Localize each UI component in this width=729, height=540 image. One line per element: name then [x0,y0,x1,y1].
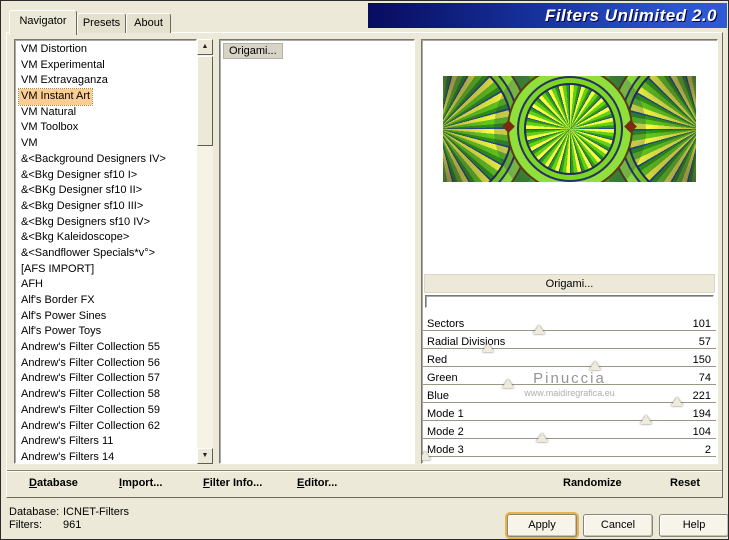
reset-button[interactable]: Reset [670,476,700,491]
preview-panel: Origami... Sectors 101 Radial Divisions … [421,39,718,464]
slider-thumb[interactable] [589,361,602,370]
filters-count-label: Filters: [9,519,42,531]
scroll-up-icon[interactable]: ▲ [197,39,213,55]
filter-preview-image [443,76,696,182]
slider-thumb[interactable] [502,379,515,388]
filter-item-selected[interactable]: Origami... [223,43,283,59]
slider-value: 74 [698,372,711,384]
navigator-scrollbar[interactable]: ▲ ▼ [197,39,213,464]
help-button[interactable]: Help [659,514,728,537]
navigator-item[interactable]: [AFS IMPORT] [15,262,196,278]
navigator-item[interactable]: Andrew's Filters 14 [15,450,196,463]
navigator-item[interactable]: &<Bkg Designer sf10 I> [15,168,196,184]
filter-info-menu-button[interactable]: Filter Info... [203,476,262,491]
tab-navigator[interactable]: Navigator [9,10,77,35]
navigator-item[interactable]: Alf's Border FX [15,293,196,309]
slider-value: 57 [698,336,711,348]
navigator-list: VM Distortion VM Experimental VM Extrava… [14,39,197,464]
navigator-item[interactable]: VM Extravaganza [15,73,196,89]
slider-thumb[interactable] [639,415,652,424]
navigator-item[interactable]: Alf's Power Toys [15,324,196,340]
navigator-item[interactable]: &<Background Designers IV> [15,152,196,168]
database-menu-button[interactable]: Database [29,476,78,491]
navigator-item[interactable]: VM Toolbox [15,120,196,136]
navigator-item[interactable]: VM Natural [15,105,196,121]
navigator-item[interactable]: Andrew's Filter Collection 59 [15,403,196,419]
title-banner: Filters Unlimited 2.0 [368,3,727,28]
selected-filter-label: Origami... [424,274,715,293]
scroll-down-icon[interactable]: ▼ [197,448,213,464]
slider-thumb[interactable] [482,343,495,352]
parameter-sliders: Sectors 101 Radial Divisions 57 Red 150 [422,318,716,462]
tab-presets[interactable]: Presets [77,13,126,33]
apply-button[interactable]: Apply [507,514,577,537]
navigator-item[interactable]: VM Distortion [15,42,196,58]
filter-list: Origami... [219,39,415,464]
slider-green[interactable]: Green 74 [423,372,716,390]
database-status-label: Database: [9,506,60,518]
navigator-item[interactable]: &<Bkg Designer sf10 III> [15,199,196,215]
randomize-button[interactable]: Randomize [563,476,622,491]
filters-unlimited-window: Filters Unlimited 2.0 Navigator Presets … [0,0,729,540]
navigator-item[interactable]: VM Experimental [15,58,196,74]
slider-red[interactable]: Red 150 [423,354,716,372]
navigator-item[interactable]: &<Bkg Kaleidoscope> [15,230,196,246]
tab-about[interactable]: About [126,13,171,33]
slider-thumb[interactable] [533,325,546,334]
navigator-item[interactable]: VM [15,136,196,152]
slider-thumb[interactable] [536,433,549,442]
slider-sectors[interactable]: Sectors 101 [423,318,716,336]
slider-mode-2[interactable]: Mode 2 104 [423,426,716,444]
navigator-item[interactable]: AFH [15,277,196,293]
navigator-item[interactable]: Andrew's Filter Collection 57 [15,371,196,387]
navigator-item[interactable]: Andrew's Filters 11 [15,434,196,450]
slider-value: 2 [704,444,711,456]
slider-value: 194 [692,408,711,420]
navigator-item-selected[interactable]: VM Instant Art [15,88,196,106]
slider-mode-1[interactable]: Mode 1 194 [423,408,716,426]
progress-bar [425,295,714,308]
scrollbar-thumb[interactable] [197,56,213,146]
slider-radial-divisions[interactable]: Radial Divisions 57 [423,336,716,354]
editor-menu-button[interactable]: Editor... [297,476,337,491]
navigator-item[interactable]: Andrew's Filter Collection 62 [15,419,196,435]
navigator-item[interactable]: Andrew's Filter Collection 55 [15,340,196,356]
slider-value: 101 [692,318,711,330]
navigator-item[interactable]: Andrew's Filter Collection 58 [15,387,196,403]
app-title: Filters Unlimited 2.0 [544,5,717,25]
slider-thumb[interactable] [422,451,432,460]
cancel-button[interactable]: Cancel [583,514,653,537]
navigator-item[interactable]: Andrew's Filter Collection 56 [15,356,196,372]
navigator-item[interactable]: &<BKg Designer sf10 II> [15,183,196,199]
main-panel: VM Distortion VM Experimental VM Extrava… [6,32,723,498]
slider-mode-3[interactable]: Mode 3 2 [422,444,716,462]
slider-blue[interactable]: Blue 221 [423,390,716,408]
import-menu-button[interactable]: Import... [119,476,162,491]
filters-count-value: 961 [63,519,82,531]
navigator-item[interactable]: &<Bkg Designers sf10 IV> [15,215,196,231]
slider-value: 104 [692,426,711,438]
navigator-item[interactable]: &<Sandflower Specials*v°> [15,246,196,262]
navigator-item[interactable]: Alf's Power Sines [15,309,196,325]
slider-thumb[interactable] [670,397,683,406]
bottom-menubar: Database Import... Filter Info... Editor… [7,470,722,497]
database-status-value: ICNET-Filters [63,506,129,518]
slider-value: 150 [692,354,711,366]
slider-value: 221 [692,390,711,402]
